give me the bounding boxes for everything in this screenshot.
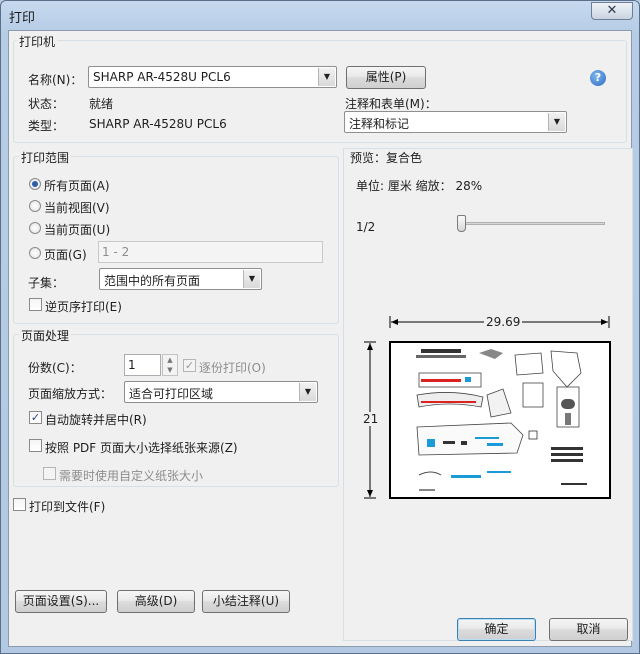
print-dialog-window: 打印 ✕ 打印机 名称(N)： SHARP AR-4528U PCL6 ▼ 属性… bbox=[0, 0, 640, 654]
collate-label[interactable]: 逐份打印(O) bbox=[199, 359, 266, 376]
auto-rotate-label[interactable]: 自动旋转并居中(R) bbox=[45, 411, 147, 428]
cancel-button[interactable]: 取消 bbox=[549, 618, 628, 641]
page-scaling-label: 页面缩放方式： bbox=[28, 387, 113, 401]
height-dimension-label: 21 bbox=[363, 412, 379, 426]
page-preview-content bbox=[416, 349, 587, 491]
printer-name-value: SHARP AR-4528U PCL6 bbox=[93, 70, 231, 84]
summarize-comments-button[interactable]: 小结注释(U) bbox=[202, 590, 290, 613]
collate-checkbox[interactable]: ✓ bbox=[183, 359, 196, 372]
reverse-order-label[interactable]: 逆页序打印(E) bbox=[45, 298, 122, 315]
subset-label: 子集： bbox=[28, 276, 65, 290]
comments-forms-select[interactable]: 注释和标记 ▼ bbox=[344, 111, 567, 133]
preview-page-slider-thumb[interactable] bbox=[457, 215, 466, 232]
printer-name-select[interactable]: SHARP AR-4528U PCL6 ▼ bbox=[88, 66, 337, 88]
close-icon: ✕ bbox=[606, 3, 618, 18]
page-scaling-select[interactable]: 适合可打印区域 ▼ bbox=[124, 381, 318, 403]
printer-name-label: 名称(N)： bbox=[28, 73, 83, 87]
print-range-group-title: 打印范围 bbox=[19, 149, 72, 166]
radio-pages-label[interactable]: 页面(G) bbox=[44, 246, 87, 263]
chevron-down-icon: ▼ bbox=[243, 270, 260, 288]
page-scaling-value: 适合可打印区域 bbox=[129, 387, 214, 401]
width-dimension-label: 29.69 bbox=[484, 315, 523, 329]
window-title: 打印 bbox=[9, 11, 36, 26]
copies-spin-buttons[interactable]: ▲ ▼ bbox=[162, 354, 178, 376]
ok-button[interactable]: 确定 bbox=[457, 618, 536, 641]
page-preview-thumbnail bbox=[389, 341, 611, 499]
custom-paper-label[interactable]: 需要时使用自定义纸张大小 bbox=[59, 467, 203, 484]
radio-current-view[interactable] bbox=[29, 200, 41, 212]
copies-label: 份数(C)： bbox=[28, 361, 82, 375]
copies-value: 1 bbox=[128, 358, 136, 372]
pages-range-input[interactable]: 1 - 2 bbox=[98, 241, 323, 263]
dialog-client-area: 打印机 名称(N)： SHARP AR-4528U PCL6 ▼ 属性(P) ?… bbox=[8, 30, 633, 647]
page-handling-group-title: 页面处理 bbox=[19, 327, 72, 344]
properties-button[interactable]: 属性(P) bbox=[346, 66, 426, 89]
custom-paper-checkbox[interactable] bbox=[43, 467, 56, 480]
spin-down-icon[interactable]: ▼ bbox=[163, 365, 177, 375]
radio-current-page-label[interactable]: 当前页面(U) bbox=[44, 221, 110, 238]
pdf-paper-source-checkbox[interactable] bbox=[29, 439, 42, 452]
type-value: SHARP AR-4528U PCL6 bbox=[89, 117, 227, 131]
advanced-button[interactable]: 高级(D) bbox=[117, 590, 195, 613]
chevron-down-icon: ▼ bbox=[299, 383, 316, 401]
print-to-file-label[interactable]: 打印到文件(F) bbox=[29, 498, 105, 515]
page-setup-button[interactable]: 页面设置(S)... bbox=[15, 590, 107, 613]
chevron-down-icon: ▼ bbox=[318, 68, 335, 86]
title-bar[interactable]: 打印 ✕ bbox=[1, 1, 639, 29]
subset-select[interactable]: 范围中的所有页面 ▼ bbox=[99, 268, 262, 290]
comments-forms-label: 注释和表单(M)： bbox=[345, 97, 437, 111]
pages-range-placeholder: 1 - 2 bbox=[102, 245, 130, 259]
auto-rotate-checkbox[interactable]: ✓ bbox=[29, 411, 42, 424]
radio-current-view-label[interactable]: 当前视图(V) bbox=[44, 199, 110, 216]
subset-value: 范围中的所有页面 bbox=[104, 274, 201, 288]
spin-up-icon[interactable]: ▲ bbox=[163, 355, 177, 365]
radio-pages[interactable] bbox=[29, 247, 41, 259]
preview-title: 预览：复合色 bbox=[348, 149, 425, 166]
preview-page-indicator: 1/2 bbox=[356, 220, 376, 234]
copies-input[interactable]: 1 bbox=[124, 354, 161, 376]
radio-all-pages-label[interactable]: 所有页面(A) bbox=[44, 177, 110, 194]
chevron-down-icon: ▼ bbox=[548, 113, 565, 131]
radio-current-page[interactable] bbox=[29, 222, 41, 234]
preview-page-slider-track[interactable] bbox=[461, 222, 605, 225]
type-label: 类型： bbox=[28, 119, 65, 133]
print-to-file-checkbox[interactable] bbox=[13, 498, 26, 511]
reverse-order-checkbox[interactable] bbox=[29, 298, 42, 311]
radio-all-pages[interactable] bbox=[29, 178, 41, 190]
comments-forms-value: 注释和标记 bbox=[349, 117, 410, 131]
preview-units-text: 单位: 厘米 缩放： 28% bbox=[356, 179, 483, 193]
status-value: 就绪 bbox=[89, 97, 114, 111]
pdf-paper-source-label[interactable]: 按照 PDF 页面大小选择纸张来源(Z) bbox=[45, 439, 238, 456]
status-label: 状态： bbox=[28, 97, 65, 111]
close-button[interactable]: ✕ bbox=[591, 2, 633, 20]
help-icon[interactable]: ? bbox=[590, 70, 606, 86]
printer-group-title: 打印机 bbox=[17, 33, 58, 50]
